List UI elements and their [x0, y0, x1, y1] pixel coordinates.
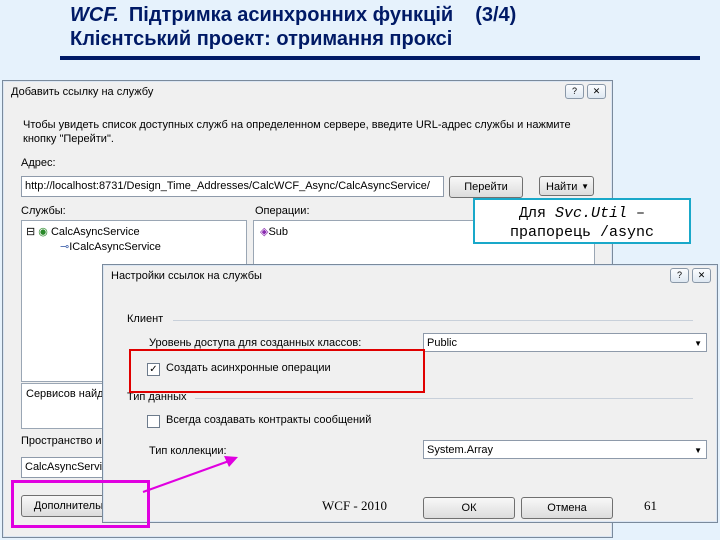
list-item[interactable]: ◈Sub [260, 225, 288, 238]
go-button[interactable]: Перейти [449, 176, 523, 198]
slide-title-wcf: WCF. [70, 4, 119, 26]
cancel-button-label: Отмена [547, 502, 587, 514]
advanced-button-highlight [11, 480, 150, 528]
settings-dialog-title: Настройки ссылок на службы [111, 270, 262, 282]
operations-label: Операции: [255, 205, 310, 217]
close-icon: ✕ [697, 270, 706, 280]
close-icon: ✕ [592, 86, 601, 96]
close-button[interactable]: ✕ [692, 268, 711, 283]
callout-line-1: Для Svc.Util – [475, 204, 689, 223]
help-button[interactable]: ? [565, 84, 584, 99]
always-generate-label: Всегда создавать контракты сообщений [166, 414, 372, 426]
client-group-divider [173, 320, 693, 321]
find-button[interactable]: Найти ▼ [539, 176, 594, 196]
callout-dash: – [636, 205, 646, 222]
collection-type-value: System.Array [427, 444, 494, 456]
tree-item[interactable]: ⊸ICalcAsyncService [60, 240, 161, 253]
callout-prefix: Для [518, 205, 546, 222]
access-level-label: Уровень доступа для созданных классов: [149, 337, 362, 349]
async-callout: Для Svc.Util – прапорець /async [473, 198, 691, 244]
slide-subtitle: Клієнтський проект: отримання проксі [70, 28, 453, 50]
callout-line-2: прапорець /async [509, 224, 655, 241]
access-level-value: Public [427, 337, 457, 349]
footer-text: WCF - 2010 [322, 498, 387, 513]
dialog-title: Добавить ссылку на службу [11, 86, 154, 98]
chevron-down-icon: ▼ [694, 446, 702, 455]
service-icon: ◉ [38, 226, 48, 238]
expand-icon[interactable]: ⊟ [26, 226, 35, 238]
tree-item[interactable]: ⊟ ◉ CalcAsyncService [26, 225, 140, 238]
address-input[interactable]: http://localhost:8731/Design_Time_Addres… [21, 176, 444, 197]
collection-type-label: Тип коллекции: [149, 445, 227, 457]
go-button-label: Перейти [464, 181, 508, 193]
operation-name: Sub [268, 226, 289, 238]
status-text: Сервисов найде [26, 388, 110, 400]
services-label: Службы: [21, 205, 66, 217]
callout-command: Svc.Util [554, 205, 627, 222]
instruction-text-2: кнопку "Перейти". [23, 133, 114, 145]
interface-icon: ⊸ [60, 241, 70, 253]
help-button[interactable]: ? [670, 268, 689, 283]
find-button-label: Найти [546, 181, 578, 193]
async-option-highlight [129, 349, 425, 393]
slide-counter: (3/4) [475, 4, 517, 26]
page-number: 61 [644, 498, 657, 513]
title-underline [60, 56, 700, 60]
ok-button-label: ОК [461, 502, 477, 514]
address-label: Адрес: [21, 157, 56, 169]
close-button[interactable]: ✕ [587, 84, 606, 99]
slide-title: WCF. Підтримка асинхронних функцій (3/4) [70, 4, 516, 27]
access-level-select[interactable]: Public ▼ [423, 333, 707, 352]
interface-name: ICalcAsyncService [69, 241, 161, 253]
service-name: CalcAsyncService [50, 226, 140, 238]
collection-type-select[interactable]: System.Array ▼ [423, 440, 707, 459]
cancel-button[interactable]: Отмена [521, 497, 613, 519]
namespace-label: Пространство и [21, 435, 102, 447]
always-generate-checkbox[interactable] [147, 415, 160, 428]
service-reference-settings-dialog: Настройки ссылок на службы ? ✕ Клиент Ур… [102, 264, 718, 523]
chevron-down-icon: ▼ [694, 339, 702, 348]
slide-title-main: Підтримка асинхронних функцій [128, 4, 454, 26]
client-group-label: Клиент [127, 313, 164, 325]
instruction-text-1: Чтобы увидеть список доступных служб на … [23, 119, 571, 131]
data-type-group-divider [195, 398, 693, 399]
chevron-down-icon: ▼ [581, 182, 589, 191]
ok-button[interactable]: ОК [423, 497, 515, 519]
